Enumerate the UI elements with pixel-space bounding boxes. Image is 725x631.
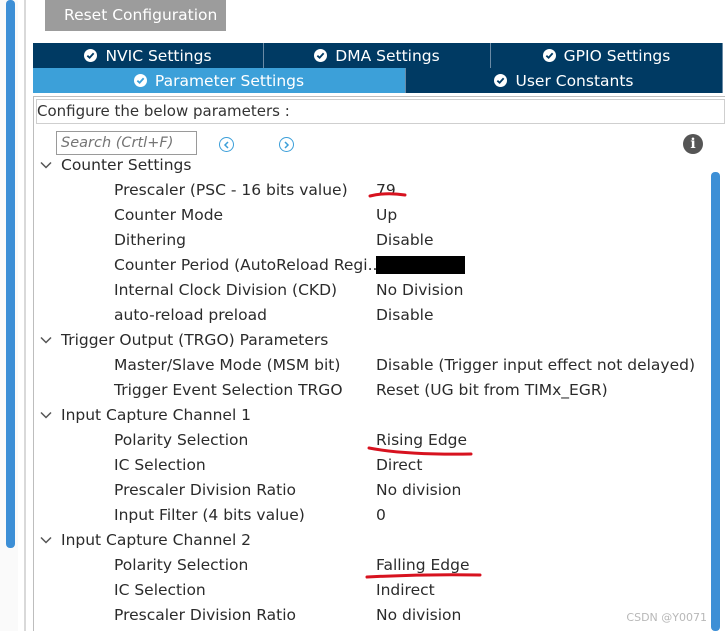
param-value[interactable]: Disable <box>376 228 434 253</box>
param-name: IC Selection <box>114 456 206 474</box>
check-circle-icon <box>542 49 556 62</box>
group-label: Counter Settings <box>61 156 192 174</box>
param-name: Master/Slave Mode (MSM bit) <box>114 356 341 374</box>
param-name: Counter Period (AutoReload Regi... <box>114 256 383 274</box>
param-value[interactable]: Reset (UG bit from TIMx_EGR) <box>376 378 608 403</box>
param-row[interactable]: Counter Mode Up <box>0 203 700 228</box>
chevron-left-icon <box>223 140 229 149</box>
tab-gpio-settings[interactable]: GPIO Settings <box>491 43 723 68</box>
chevron-right-icon <box>284 140 290 149</box>
check-circle-icon <box>494 74 508 87</box>
param-row[interactable]: Counter Period (AutoReload Regi... <box>0 253 700 278</box>
param-name: Counter Mode <box>114 206 224 224</box>
param-name: Internal Clock Division (CKD) <box>114 281 338 299</box>
param-value[interactable]: 0 <box>376 503 386 528</box>
param-name: Trigger Event Selection TRGO <box>114 381 343 399</box>
param-value[interactable]: Disable <box>376 303 434 328</box>
param-name: Polarity Selection <box>114 431 249 449</box>
param-row[interactable]: IC Selection Direct <box>0 453 700 478</box>
param-value[interactable]: Direct <box>376 453 422 478</box>
param-name: Prescaler Division Ratio <box>114 606 297 624</box>
param-value[interactable]: 79 <box>376 178 396 203</box>
tab-nvic-settings[interactable]: NVIC Settings <box>33 43 264 68</box>
param-name: Input Filter (4 bits value) <box>114 506 305 524</box>
param-row[interactable]: Input Filter (4 bits value) 0 <box>0 503 700 528</box>
group-row[interactable]: Input Capture Channel 1 <box>0 403 700 428</box>
chevron-down-icon <box>40 161 52 169</box>
param-value[interactable]: Rising Edge <box>376 428 467 453</box>
param-row[interactable]: Prescaler Division Ratio No division <box>0 478 700 503</box>
group-label: Input Capture Channel 2 <box>61 531 252 549</box>
search-input[interactable] <box>56 131 197 155</box>
chevron-down-icon <box>40 336 52 344</box>
reset-configuration-button[interactable]: Reset Configuration <box>45 0 226 31</box>
param-value[interactable]: Indirect <box>376 578 435 603</box>
check-circle-icon <box>314 49 328 62</box>
chevron-down-icon <box>40 536 52 544</box>
info-icon[interactable]: i <box>683 134 703 154</box>
tab-dma-settings[interactable]: DMA Settings <box>264 43 491 68</box>
param-row[interactable]: Prescaler (PSC - 16 bits value) 79 <box>0 178 700 203</box>
param-value[interactable]: Disable (Trigger input effect not delaye… <box>376 353 695 378</box>
param-row[interactable]: IC Selection Indirect <box>0 578 700 603</box>
tab-label: User Constants <box>515 71 634 90</box>
tab-label: DMA Settings <box>335 46 440 65</box>
param-value[interactable]: No Division <box>376 278 463 303</box>
param-value[interactable]: Up <box>376 203 397 228</box>
param-name: Prescaler Division Ratio <box>114 481 297 499</box>
param-row[interactable]: Trigger Event Selection TRGO Reset (UG b… <box>0 378 700 403</box>
param-row[interactable]: Internal Clock Division (CKD) No Divisio… <box>0 278 700 303</box>
redaction-box <box>376 256 465 274</box>
param-row[interactable]: Polarity Selection Falling Edge <box>0 553 700 578</box>
param-value[interactable]: No division <box>376 603 461 628</box>
tab-parameter-settings[interactable]: Parameter Settings <box>33 68 406 93</box>
group-label: Input Capture Channel 1 <box>61 406 252 424</box>
search-previous-button[interactable] <box>219 137 234 152</box>
check-circle-icon <box>133 74 147 87</box>
group-row[interactable]: Trigger Output (TRGO) Parameters <box>0 328 700 353</box>
check-circle-icon <box>84 49 98 62</box>
chevron-down-icon <box>40 411 52 419</box>
group-row[interactable]: Input Capture Channel 2 <box>0 528 700 553</box>
group-row[interactable]: Counter Settings <box>0 153 700 178</box>
tab-user-constants[interactable]: User Constants <box>406 68 723 93</box>
param-row[interactable]: auto-reload preload Disable <box>0 303 700 328</box>
param-row[interactable]: Prescaler Division Ratio No division <box>0 603 700 628</box>
right-scrollbar-thumb[interactable] <box>711 172 720 631</box>
configure-instruction: Configure the below parameters : <box>36 99 725 124</box>
tab-label: NVIC Settings <box>105 46 212 65</box>
group-label: Trigger Output (TRGO) Parameters <box>61 331 329 349</box>
param-name: Dithering <box>114 231 187 249</box>
param-row[interactable]: Polarity Selection Rising Edge <box>0 428 700 453</box>
watermark: CSDN @Y0071 <box>626 611 707 624</box>
param-row[interactable]: Dithering Disable <box>0 228 700 253</box>
param-value[interactable]: No division <box>376 478 461 503</box>
tab-label: GPIO Settings <box>563 46 671 65</box>
param-name: auto-reload preload <box>114 306 267 324</box>
param-value[interactable]: Falling Edge <box>376 553 470 578</box>
param-name: IC Selection <box>114 581 206 599</box>
search-next-button[interactable] <box>279 137 294 152</box>
param-name: Polarity Selection <box>114 556 249 574</box>
tab-label: Parameter Settings <box>154 71 305 90</box>
param-row[interactable]: Master/Slave Mode (MSM bit) Disable (Tri… <box>0 353 700 378</box>
param-name: Prescaler (PSC - 16 bits value) <box>114 181 348 199</box>
